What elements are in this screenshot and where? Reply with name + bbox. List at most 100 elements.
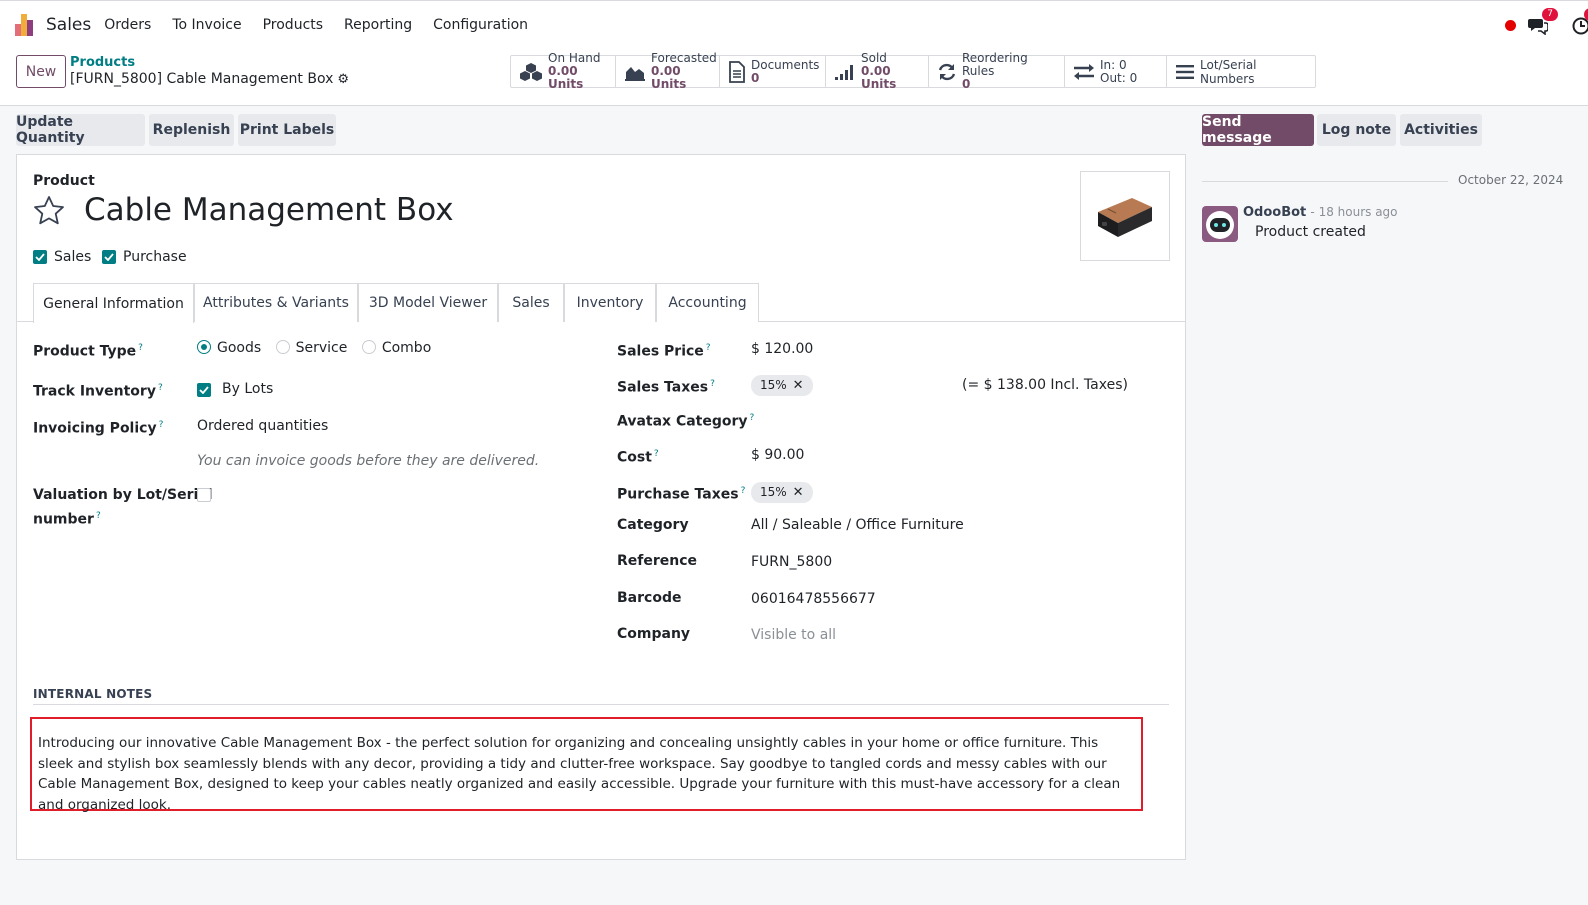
- sales-checkbox[interactable]: [33, 250, 47, 264]
- documents-label: Documents: [751, 57, 820, 72]
- sales-taxes-field[interactable]: 15% ✕: [751, 375, 813, 396]
- barcode-input[interactable]: 06016478556677: [751, 589, 876, 610]
- in-out-button[interactable]: In: 0 Out: 0: [1065, 56, 1167, 87]
- notes-divider: [33, 704, 1169, 705]
- area-chart-icon: [625, 66, 645, 81]
- menu-reporting[interactable]: Reporting: [344, 17, 412, 33]
- product-image[interactable]: [1080, 171, 1170, 261]
- track-inventory-select[interactable]: By Lots: [222, 379, 273, 400]
- track-inventory-field: By Lots: [197, 379, 273, 400]
- product-type-radio: Goods Service Combo: [197, 338, 431, 359]
- file-text-icon: [729, 60, 745, 83]
- activities-button[interactable]: Activities: [1400, 114, 1482, 146]
- message-author[interactable]: OdooBot: [1243, 205, 1306, 220]
- messages-icon[interactable]: 7: [1528, 7, 1558, 36]
- send-message-button[interactable]: Send message: [1202, 114, 1314, 146]
- chatter-date: October 22, 2024: [1458, 173, 1564, 187]
- new-button[interactable]: New: [16, 55, 66, 88]
- product-name[interactable]: Cable Management Box: [84, 192, 454, 228]
- sales-checkbox-label: Sales: [54, 249, 92, 265]
- signal-icon: [835, 64, 853, 80]
- purchase-tax-tag: 15% ✕: [751, 482, 813, 503]
- star-favorite-icon[interactable]: [33, 195, 65, 226]
- gear-icon[interactable]: ⚙: [337, 72, 349, 87]
- lot-serial-button[interactable]: Lot/Serial Numbers: [1167, 56, 1315, 87]
- out-count: Out: 0: [1100, 70, 1138, 85]
- sales-app-logo-icon[interactable]: [15, 14, 37, 36]
- reference-input[interactable]: FURN_5800: [751, 552, 832, 573]
- sold-value: 0.00 Units: [861, 64, 897, 91]
- sold-button[interactable]: Sold 0.00 Units: [826, 52, 929, 91]
- reordering-rules-button[interactable]: Reordering Rules 0: [929, 52, 1065, 91]
- robot-icon: [1206, 211, 1234, 239]
- bars-icon: [1176, 64, 1194, 79]
- menu-to-invoice[interactable]: To Invoice: [172, 17, 241, 33]
- category-select[interactable]: All / Saleable / Office Furniture: [751, 515, 964, 536]
- documents-value: 0: [751, 70, 760, 85]
- purchase-checkbox-row[interactable]: Purchase: [102, 249, 187, 265]
- internal-notes-editor[interactable]: Introducing our innovative Cable Managem…: [30, 717, 1143, 813]
- track-inventory-checkbox[interactable]: [197, 382, 211, 397]
- form-sheet: Product Cable Management Box Sales Purch…: [16, 154, 1186, 860]
- purchase-taxes-field[interactable]: 15% ✕: [751, 482, 813, 503]
- log-note-button[interactable]: Log note: [1317, 114, 1396, 146]
- product-type-label: Product Type?: [33, 343, 143, 360]
- breadcrumb-record: [FURN_5800] Cable Management Box ⚙: [70, 71, 349, 87]
- replenish-button[interactable]: Replenish: [149, 114, 234, 146]
- remove-tag-icon[interactable]: ✕: [793, 482, 804, 503]
- activities-clock-icon[interactable]: 8: [1572, 7, 1588, 35]
- message-body: Product created: [1255, 224, 1366, 240]
- sales-checkbox-row[interactable]: Sales: [33, 249, 91, 265]
- on-hand-value: 0.00 Units: [548, 64, 584, 91]
- top-navbar: Sales Orders To Invoice Products Reporti…: [0, 0, 1588, 49]
- purchase-checkbox-label: Purchase: [123, 249, 187, 265]
- radio-service[interactable]: Service: [275, 340, 347, 356]
- tab-accounting[interactable]: Accounting: [656, 283, 759, 322]
- reference-label: Reference: [617, 553, 698, 569]
- sales-price-input[interactable]: $ 120.00: [751, 339, 813, 360]
- tab-general-information[interactable]: General Information: [33, 283, 194, 323]
- valuation-label: Valuation by Lot/Serial number?: [33, 487, 213, 528]
- barcode-label: Barcode: [617, 590, 682, 606]
- forecasted-value: 0.00 Units: [651, 64, 687, 91]
- lot-serial-label: Lot/Serial Numbers: [1200, 57, 1257, 86]
- cost-input[interactable]: $ 90.00: [751, 445, 804, 466]
- invoicing-policy-label: Invoicing Policy?: [33, 420, 164, 437]
- cable-box-image: [1098, 198, 1152, 237]
- category-label: Category: [617, 517, 689, 533]
- company-select[interactable]: Visible to all: [751, 625, 836, 646]
- tab-3d-model-viewer[interactable]: 3D Model Viewer: [358, 283, 498, 322]
- tab-inventory[interactable]: Inventory: [564, 283, 656, 322]
- purchase-checkbox[interactable]: [102, 250, 116, 264]
- breadcrumb-products[interactable]: Products: [70, 55, 135, 70]
- print-labels-button[interactable]: Print Labels: [238, 114, 336, 146]
- remove-tag-icon[interactable]: ✕: [793, 375, 804, 396]
- incl-taxes-text: (= $ 138.00 Incl. Taxes): [962, 377, 1128, 393]
- company-label: Company: [617, 626, 691, 642]
- odoobot-avatar[interactable]: [1202, 206, 1238, 242]
- exchange-icon: [1074, 63, 1094, 80]
- messages-badge: 7: [1542, 7, 1558, 21]
- menu-orders[interactable]: Orders: [104, 17, 151, 33]
- internal-notes-title: INTERNAL NOTES: [33, 687, 153, 701]
- sales-price-label: Sales Price?: [617, 343, 711, 360]
- tab-attributes-variants[interactable]: Attributes & Variants: [194, 283, 358, 322]
- radio-combo[interactable]: Combo: [361, 340, 431, 356]
- invoicing-policy-select[interactable]: Ordered quantities: [197, 416, 328, 437]
- recording-dot-icon[interactable]: [1505, 20, 1516, 31]
- app-name[interactable]: Sales: [46, 15, 91, 35]
- tab-sales[interactable]: Sales: [498, 283, 564, 322]
- message-author-line: OdooBot - 18 hours ago: [1243, 205, 1398, 220]
- update-quantity-button[interactable]: Update Quantity: [16, 114, 145, 146]
- cubes-icon: [520, 62, 542, 81]
- on-hand-button[interactable]: On Hand 0.00 Units: [511, 52, 616, 91]
- valuation-checkbox[interactable]: [197, 488, 211, 509]
- radio-goods[interactable]: Goods: [197, 340, 261, 356]
- forecasted-button[interactable]: Forecasted 0.00 Units: [616, 52, 720, 91]
- documents-button[interactable]: Documents 0: [720, 56, 826, 87]
- notebook-tabs: General Information Attributes & Variant…: [17, 283, 1185, 323]
- menu-products[interactable]: Products: [263, 17, 323, 33]
- menu-configuration[interactable]: Configuration: [433, 17, 528, 33]
- message-time: - 18 hours ago: [1310, 205, 1398, 219]
- refresh-icon: [938, 63, 956, 80]
